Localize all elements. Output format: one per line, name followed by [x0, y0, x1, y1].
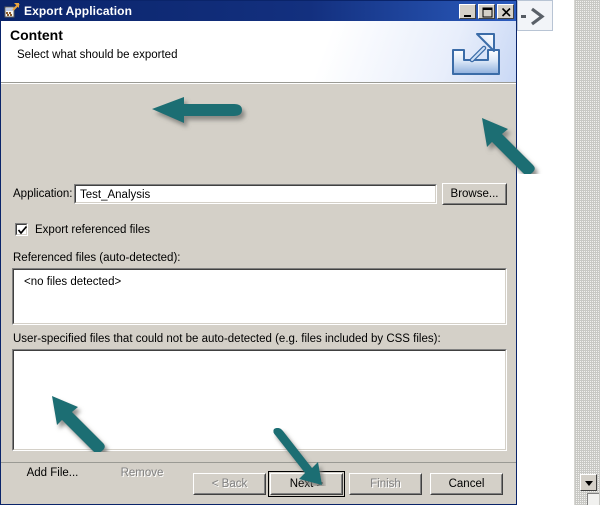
checkbox-box — [15, 223, 28, 236]
user-specified-files-list[interactable] — [12, 349, 507, 451]
window-controls — [459, 3, 514, 19]
close-icon — [501, 7, 511, 17]
background-chevron-button[interactable] — [517, 0, 553, 31]
export-arrow-tray-icon — [452, 33, 500, 75]
chevron-right-icon — [531, 7, 545, 26]
background-hatch-panel — [574, 0, 600, 505]
add-file-button-label: Add File... — [26, 467, 79, 479]
export-application-dialog: Export Application Content Select what s… — [0, 0, 517, 505]
application-label: Application: — [13, 188, 73, 200]
page-subtitle: Select what should be exported — [17, 49, 178, 61]
maximize-button[interactable] — [478, 3, 495, 19]
application-input[interactable]: Test_Analysis — [74, 184, 437, 204]
export-referenced-files-checkbox[interactable]: Export referenced files — [15, 223, 150, 236]
browse-button-label: Browse... — [450, 188, 499, 200]
user-specified-files-label: User-specified files that could not be a… — [13, 333, 441, 345]
title-bar[interactable]: Export Application — [1, 1, 516, 21]
finish-button-label: Finish — [370, 478, 401, 490]
back-button[interactable]: < Back — [193, 473, 266, 495]
scroll-down-arrow-icon — [585, 481, 593, 486]
dialog-header: Content Select what should be exported — [1, 21, 516, 83]
referenced-files-list[interactable]: <no files detected> — [12, 268, 507, 325]
window-title: Export Application — [24, 4, 133, 18]
scroll-down-arrow-button[interactable] — [580, 474, 597, 491]
export-app-icon — [4, 3, 20, 19]
chevron-dash-icon — [521, 15, 526, 18]
cancel-button[interactable]: Cancel — [430, 473, 503, 495]
application-input-value: Test_Analysis — [80, 189, 151, 201]
export-referenced-files-label: Export referenced files — [35, 223, 151, 236]
browse-button[interactable]: Browse... — [442, 183, 507, 205]
scroll-corner — [587, 493, 599, 505]
cancel-button-label: Cancel — [448, 478, 485, 490]
back-button-label: < Back — [211, 478, 248, 490]
screen: Export Application Content Select what s… — [0, 0, 600, 505]
close-button[interactable] — [497, 3, 514, 19]
background-application — [516, 0, 600, 505]
page-title: Content — [10, 27, 63, 43]
minimize-icon — [464, 14, 471, 17]
user-specified-files-value — [14, 351, 505, 357]
remove-button-label: Remove — [120, 467, 164, 479]
referenced-files-label: Referenced files (auto-detected): — [13, 252, 181, 264]
next-button-label: Next > — [289, 478, 324, 490]
checkmark-icon — [17, 225, 28, 235]
minimize-button[interactable] — [459, 3, 476, 19]
finish-button[interactable]: Finish — [349, 473, 422, 495]
dialog-body: Application: Test_Analysis Browse... Exp… — [1, 83, 516, 484]
next-button[interactable]: Next > — [268, 471, 345, 497]
referenced-files-empty-text: <no files detected> — [24, 276, 122, 288]
maximize-icon — [482, 7, 493, 17]
